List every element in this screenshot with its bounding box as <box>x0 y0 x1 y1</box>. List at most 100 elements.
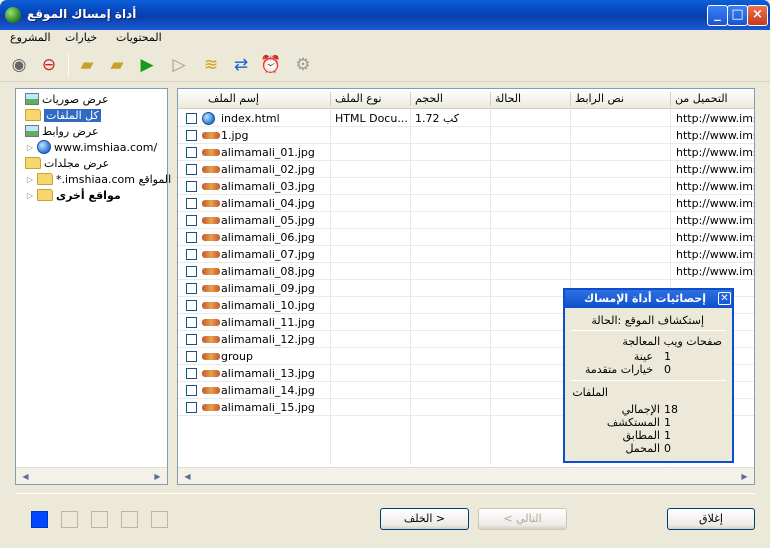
maximize-button[interactable]: □ <box>727 5 748 26</box>
table-row[interactable]: alimamali_06.jpg http://www.imsh <box>178 229 754 246</box>
table-row[interactable]: 1.jpg http://www.imsh <box>178 127 754 144</box>
window-title: أداة إمساك الموقع <box>27 7 137 21</box>
scroll-left-icon[interactable]: ◀ <box>180 470 195 483</box>
table-row[interactable]: alimamali_05.jpg http://www.imsh <box>178 212 754 229</box>
tree-item-site-folder[interactable]: ▷ *.imshiaa.com المواقع <box>26 171 171 187</box>
close-icon[interactable]: ✕ <box>718 292 731 305</box>
status-text: إستكشاف الموقع :الحالة <box>591 314 704 327</box>
table-row[interactable]: alimamali_01.jpg http://www.imsh <box>178 144 754 161</box>
row-checkbox[interactable] <box>186 147 197 158</box>
table-row[interactable]: alimamali_07.jpg http://www.imsh <box>178 246 754 263</box>
column-header-download-from[interactable]: التحميل من <box>670 92 754 106</box>
column-header-size[interactable]: الحجم <box>410 92 490 106</box>
row-checkbox[interactable] <box>186 402 197 413</box>
row-checkbox[interactable] <box>186 181 197 192</box>
row-checkbox[interactable] <box>186 164 197 175</box>
total-value: 18 <box>664 403 678 416</box>
folder-icon <box>25 157 41 169</box>
pages-heading: صفحات ويب المعالجة <box>622 335 722 348</box>
sample-value: 1 <box>664 350 671 363</box>
download-from: http://www.imsh <box>676 265 754 278</box>
html-document-icon <box>202 112 220 125</box>
row-checkbox[interactable] <box>186 283 197 294</box>
row-checkbox[interactable] <box>186 266 197 277</box>
refresh-icon[interactable]: ⇄ <box>228 52 254 78</box>
menu-options[interactable]: خيارات <box>65 31 97 44</box>
row-checkbox[interactable] <box>186 130 197 141</box>
expand-icon[interactable]: ▷ <box>26 191 34 200</box>
layers-icon[interactable]: ≋ <box>198 52 224 78</box>
row-checkbox[interactable] <box>186 198 197 209</box>
column-header-link-text[interactable]: نص الرابط <box>570 92 670 106</box>
tree-item-site-url[interactable]: ▷ www.imshiaa.com/ <box>26 139 157 155</box>
stop-globe-icon[interactable]: ⊖ <box>36 52 62 78</box>
download-from: http://www.imsh <box>676 248 754 261</box>
back-button[interactable]: الخلف > <box>380 508 469 530</box>
image-file-icon <box>202 163 220 175</box>
scroll-right-icon[interactable]: ▶ <box>150 470 165 483</box>
file-name: group <box>221 350 253 363</box>
play-icon[interactable]: ▶ <box>134 52 160 78</box>
row-checkbox[interactable] <box>186 351 197 362</box>
file-type: HTML Docu... <box>335 112 408 125</box>
table-row[interactable]: index.html HTML Docu... كب 1.72 http://www.… <box>178 110 754 127</box>
list-horizontal-scrollbar[interactable]: ◀ ▶ <box>178 467 754 484</box>
matched-value: 1 <box>664 429 671 442</box>
tree-item-view-folders[interactable]: عرض مجلدات <box>22 155 109 171</box>
folder-open-icon[interactable]: ▰ <box>74 52 100 78</box>
table-row[interactable]: alimamali_04.jpg http://www.imsh <box>178 195 754 212</box>
tree-horizontal-scrollbar[interactable]: ◀ ▶ <box>16 467 167 484</box>
column-header-status[interactable]: الحالة <box>490 92 570 106</box>
row-checkbox[interactable] <box>186 385 197 396</box>
search-globe-icon[interactable]: ◉ <box>6 52 32 78</box>
row-checkbox[interactable] <box>186 232 197 243</box>
tree-item-other-sites[interactable]: ▷ مواقع أخرى <box>26 187 121 203</box>
column-header-type[interactable]: نوع الملف <box>330 92 410 106</box>
close-button[interactable]: إغلاق <box>667 508 755 530</box>
image-file-icon <box>202 214 220 226</box>
file-name: alimamali_14.jpg <box>221 384 315 397</box>
scroll-right-icon[interactable]: ▶ <box>737 470 752 483</box>
menu-contents[interactable]: المحتويات <box>116 31 162 44</box>
download-from: http://www.imsh <box>676 112 754 125</box>
row-checkbox[interactable] <box>186 300 197 311</box>
next-button[interactable]: < التالي <box>478 508 567 530</box>
image-file-icon <box>202 316 220 328</box>
divider <box>571 330 726 331</box>
image-file-icon <box>202 197 220 209</box>
tree-item-view-pictures[interactable]: عرض صوريات <box>22 91 109 107</box>
scroll-left-icon[interactable]: ◀ <box>18 470 33 483</box>
row-checkbox[interactable] <box>186 334 197 345</box>
minimize-button[interactable]: _ <box>707 5 728 26</box>
settings-icon[interactable]: ⚙ <box>290 52 316 78</box>
close-window-button[interactable]: × <box>747 5 768 26</box>
alarm-clock-icon[interactable]: ⏰ <box>258 52 284 78</box>
table-row[interactable]: alimamali_02.jpg http://www.imsh <box>178 161 754 178</box>
expand-icon[interactable]: ▷ <box>26 175 34 184</box>
table-row[interactable]: alimamali_08.jpg http://www.imsh <box>178 263 754 280</box>
pause-icon[interactable]: ▷ <box>166 52 192 78</box>
tree-item-all-files[interactable]: كل الملفات <box>22 107 101 123</box>
download-from: http://www.imsh <box>676 163 754 176</box>
wizard-step-indicator <box>121 511 138 528</box>
menu-project[interactable]: المشروع <box>10 31 51 44</box>
wizard-step-indicator <box>31 511 48 528</box>
folder-save-icon[interactable]: ▰ <box>104 52 130 78</box>
row-checkbox[interactable] <box>186 113 197 124</box>
file-name: index.html <box>221 112 280 125</box>
image-file-icon <box>202 248 220 260</box>
column-header-filename[interactable]: إسم الملف <box>204 92 259 106</box>
row-checkbox[interactable] <box>186 317 197 328</box>
folder-icon <box>25 109 41 121</box>
row-checkbox[interactable] <box>186 368 197 379</box>
expand-icon[interactable]: ▷ <box>26 143 34 152</box>
table-row[interactable]: alimamali_03.jpg http://www.imsh <box>178 178 754 195</box>
row-checkbox[interactable] <box>186 215 197 226</box>
advanced-value: 0 <box>664 363 671 376</box>
image-file-icon <box>202 231 220 243</box>
tree-item-view-links[interactable]: عرض روابط <box>22 123 99 139</box>
file-name: alimamali_04.jpg <box>221 197 315 210</box>
loaded-value: 0 <box>664 442 671 455</box>
row-checkbox[interactable] <box>186 249 197 260</box>
toolbar-separator <box>68 54 69 76</box>
